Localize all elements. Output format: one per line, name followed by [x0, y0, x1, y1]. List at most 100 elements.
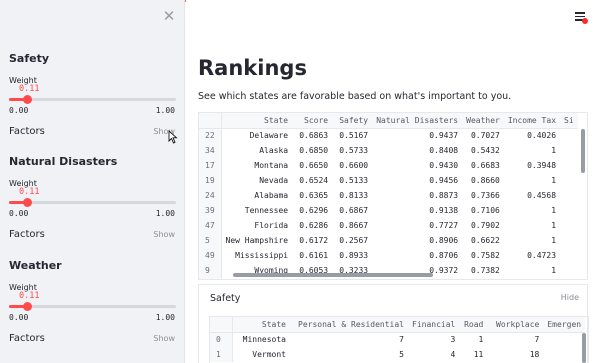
column-header[interactable]: Road [459, 317, 488, 333]
column-header[interactable]: State [232, 317, 290, 333]
column-header[interactable]: Natural Disasters [372, 113, 463, 129]
slider-max: 1.00 [155, 209, 175, 218]
table-row[interactable]: 17 Montana 0.6650 0.6600 0.9430 0.6683 0.3948 [199, 158, 578, 173]
table-cell [560, 128, 578, 143]
table-row[interactable]: 19 Nevada 0.6524 0.5133 0.9456 0.8660 1 [199, 173, 578, 188]
table-cell: 0.8133 [339, 191, 369, 200]
table-cell: 0.9437 [429, 131, 459, 141]
column-header[interactable]: Income Tax [503, 113, 561, 129]
slider-thumb[interactable] [23, 95, 33, 104]
hamburger-menu-icon[interactable] [575, 11, 588, 24]
table-cell: 1 [551, 146, 557, 155]
sidebar: ✕ Safety Weight 0.11 0.00 1.00 Factors Show Nat… [0, 0, 185, 363]
table-cell: 0.6286 [299, 221, 329, 230]
index-header [210, 317, 233, 333]
safety-table[interactable]: State Personal & Residential Financial Road… [209, 316, 589, 363]
table-cell: 0.8873 [429, 191, 459, 200]
table-row[interactable]: 24 Alabama 0.6365 0.8133 0.8873 0.7366 0.4568 [199, 188, 578, 203]
table-cell: 18 [529, 350, 540, 359]
page-subtitle: See which states are favorable based on … [198, 91, 512, 102]
close-icon[interactable]: ✕ [162, 9, 176, 24]
vertical-scrollbar[interactable] [581, 129, 585, 173]
table-cell: Vermont [252, 350, 286, 359]
table-cell [543, 332, 585, 347]
table-cell: Montana [254, 161, 289, 170]
table-cell: 0.7106 [470, 206, 500, 215]
table-cell: Oregon [221, 278, 292, 279]
hide-toggle[interactable]: Hide [561, 293, 579, 302]
weight-slider[interactable] [9, 95, 176, 104]
section-title: Safety [9, 52, 50, 65]
table-cell: Minnesota [242, 335, 286, 345]
table-cell [560, 158, 578, 173]
row-index: 47 [199, 218, 222, 233]
table-cell: 0.8906 [429, 236, 459, 245]
row-index: 22 [199, 128, 222, 143]
table-cell: 0.7902 [470, 221, 500, 230]
table-cell: 0.8511 [372, 278, 462, 279]
column-header[interactable]: Emergen [543, 317, 586, 333]
table-cell: 0.3948 [527, 161, 557, 170]
table-cell: 0.8933 [339, 251, 369, 260]
table-cell: 1 [551, 221, 557, 230]
column-header[interactable]: Personal & Residential [290, 317, 408, 333]
index-header [199, 113, 222, 129]
table-cell: New Hampshire [225, 236, 289, 245]
column-header[interactable]: Si [560, 113, 578, 129]
table-cell: 0.7582 [470, 251, 500, 260]
table-cell: Tennessee [244, 206, 289, 215]
sidebar-section: Natural Disasters Weight 0.11 0.00 1.00 Facto… [9, 155, 179, 250]
rankings-table[interactable]: State Score Safety Natural Disasters Weather… [198, 112, 588, 280]
table-cell: 0.7366 [470, 191, 500, 200]
table-cell: 0.0594 [504, 278, 560, 279]
table-cell: 0.6161 [299, 251, 329, 260]
table-row[interactable]: 39 Tennessee 0.6296 0.6867 0.9138 0.7106 1 [199, 203, 578, 218]
table-cell: Mississippi [235, 251, 289, 260]
table-cell: Alabama [254, 191, 289, 200]
table-cell: Nevada [259, 176, 289, 185]
horizontal-scrollbar[interactable] [233, 273, 433, 277]
slider-thumb[interactable] [23, 302, 33, 311]
table-cell: 1 [551, 236, 557, 245]
table-row[interactable]: 47 Florida 0.6286 0.8667 0.7727 0.7902 1 [199, 218, 578, 233]
table-cell: 0.6867 [339, 206, 369, 215]
table-cell [543, 347, 585, 362]
factors-label: Factors [9, 333, 45, 344]
column-header[interactable]: Workplace [487, 317, 544, 333]
table-cell: 0.8408 [429, 146, 459, 155]
table-row[interactable]: 0 Minnesota 7 3 1 7 [210, 332, 585, 347]
main-content: Rankings See which states are favorable … [186, 0, 600, 363]
table-cell: 0.6012 [292, 278, 332, 279]
column-header[interactable]: State [221, 113, 293, 129]
show-toggle[interactable]: Show [153, 230, 175, 239]
table-cell [560, 173, 578, 188]
show-toggle[interactable]: Show [153, 334, 175, 343]
table-row[interactable]: 49 Mississippi 0.6161 0.8933 0.8706 0.7582 0.4… [199, 248, 578, 263]
column-header[interactable]: Weather [462, 113, 504, 129]
table-cell: 0.5133 [339, 176, 369, 185]
table-cell: 0.5733 [339, 146, 369, 155]
column-header[interactable]: Safety [332, 113, 373, 129]
weight-slider[interactable] [9, 302, 176, 311]
table-cell: 0.5432 [470, 146, 500, 155]
weight-value: 0.11 [19, 84, 40, 94]
section-title: Natural Disasters [9, 155, 118, 168]
table-row[interactable]: 13Oregon0.60120.38670.85110.63740.0594 [199, 278, 578, 279]
table-cell [560, 203, 578, 218]
table-row[interactable]: 5 New Hampshire 0.6172 0.2567 0.8906 0.6622 1 [199, 233, 578, 248]
table-row[interactable]: 22 Delaware 0.6863 0.5167 0.9437 0.7027 0.4026 [199, 128, 578, 143]
table-row[interactable]: 34 Alaska 0.6850 0.5733 0.8408 0.5432 1 [199, 143, 578, 158]
table-row[interactable]: 1 Vermont 5 4 11 18 [210, 347, 585, 362]
vertical-scrollbar[interactable] [582, 333, 586, 363]
slider-max: 1.00 [155, 106, 175, 115]
safety-expander[interactable]: Safety Hide State Personal & Residential F… [198, 284, 589, 363]
weight-slider[interactable] [9, 198, 176, 207]
column-header[interactable]: Financial [408, 317, 460, 333]
factors-label: Factors [9, 126, 45, 137]
row-index: 5 [199, 233, 222, 248]
slider-thumb[interactable] [23, 198, 33, 207]
table-cell: 0.6683 [470, 161, 500, 170]
weight-value: 0.11 [19, 187, 40, 197]
column-header[interactable]: Score [292, 113, 333, 129]
table-cell: 0.7027 [470, 131, 500, 141]
